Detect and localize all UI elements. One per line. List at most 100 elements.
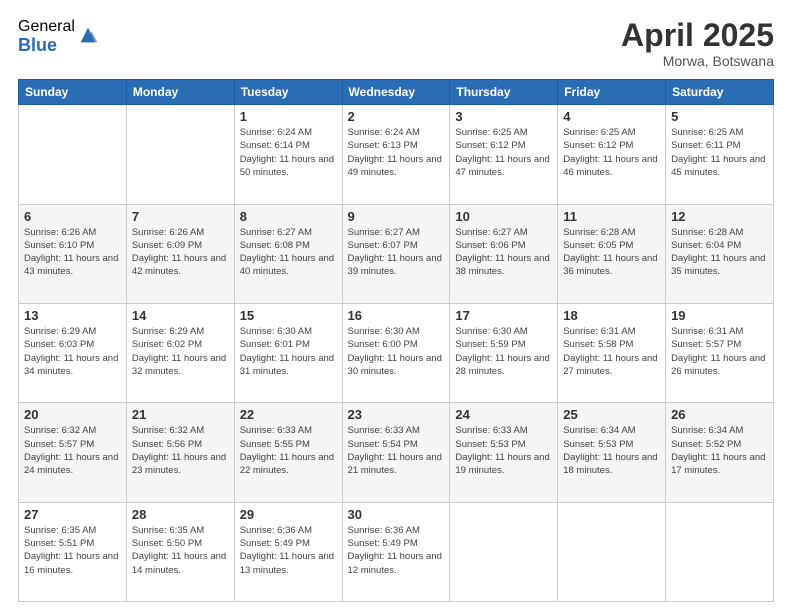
table-row: [126, 105, 234, 204]
table-row: 10Sunrise: 6:27 AM Sunset: 6:06 PM Dayli…: [450, 204, 558, 303]
table-row: 2Sunrise: 6:24 AM Sunset: 6:13 PM Daylig…: [342, 105, 450, 204]
day-number: 26: [671, 407, 768, 422]
table-row: 20 Sunrise: 6:32 AM Sunset: 5:57 PM Dayli…: [19, 403, 127, 502]
day-number: 5: [671, 109, 768, 124]
col-wednesday: Wednesday: [342, 80, 450, 105]
location: Morwa, Botswana: [621, 53, 774, 69]
day-info: Sunrise: 6:33 AM Sunset: 5:54 PM Dayligh…: [348, 424, 445, 477]
day-info: Sunrise: 6:36 AM Sunset: 5:49 PM Dayligh…: [240, 524, 337, 577]
day-number: 17: [455, 308, 552, 323]
day-number: 22: [240, 407, 337, 422]
day-number: 21: [132, 407, 229, 422]
calendar-header-row: Sunday Monday Tuesday Wednesday Thursday…: [19, 80, 774, 105]
day-number: 14: [132, 308, 229, 323]
day-info: Sunrise: 6:32 AM Sunset: 5:56 PM Dayligh…: [132, 424, 229, 477]
day-info: Sunrise: 6:25 AM Sunset: 6:12 PM Dayligh…: [563, 126, 660, 179]
table-row: 24 Sunrise: 6:33 AM Sunset: 5:53 PM Dayli…: [450, 403, 558, 502]
logo-text: General Blue: [18, 18, 75, 55]
day-info: Sunrise: 6:31 AM Sunset: 5:58 PM Dayligh…: [563, 325, 660, 378]
table-row: 3 Sunrise: 6:25 AM Sunset: 6:12 PM Daylig…: [450, 105, 558, 204]
logo-general: General: [18, 18, 75, 36]
table-row: 9 Sunrise: 6:27 AM Sunset: 6:07 PM Daylig…: [342, 204, 450, 303]
table-row: 26 Sunrise: 6:34 AM Sunset: 5:52 PM Dayli…: [666, 403, 774, 502]
day-info: Sunrise: 6:27 AM Sunset: 6:07 PM Dayligh…: [348, 226, 445, 279]
table-row: 13Sunrise: 6:29 AM Sunset: 6:03 PM Dayli…: [19, 303, 127, 402]
day-number: 3: [455, 109, 552, 124]
table-row: [450, 502, 558, 601]
table-row: 15 Sunrise: 6:30 AM Sunset: 6:01 PM Dayli…: [234, 303, 342, 402]
table-row: 14 Sunrise: 6:29 AM Sunset: 6:02 PM Dayli…: [126, 303, 234, 402]
day-number: 12: [671, 209, 768, 224]
day-number: 1: [240, 109, 337, 124]
day-number: 25: [563, 407, 660, 422]
day-info: Sunrise: 6:32 AM Sunset: 5:57 PM Dayligh…: [24, 424, 121, 477]
table-row: [558, 502, 666, 601]
day-info: Sunrise: 6:36 AM Sunset: 5:49 PM Dayligh…: [348, 524, 445, 577]
day-number: 29: [240, 507, 337, 522]
table-row: 19Sunrise: 6:31 AM Sunset: 5:57 PM Dayli…: [666, 303, 774, 402]
table-row: 21 Sunrise: 6:32 AM Sunset: 5:56 PM Dayli…: [126, 403, 234, 502]
col-friday: Friday: [558, 80, 666, 105]
day-info: Sunrise: 6:29 AM Sunset: 6:02 PM Dayligh…: [132, 325, 229, 378]
table-row: 1 Sunrise: 6:24 AM Sunset: 6:14 PM Daylig…: [234, 105, 342, 204]
table-row: 7Sunrise: 6:26 AM Sunset: 6:09 PM Daylig…: [126, 204, 234, 303]
day-info: Sunrise: 6:34 AM Sunset: 5:53 PM Dayligh…: [563, 424, 660, 477]
day-number: 20: [24, 407, 121, 422]
logo: General Blue: [18, 18, 99, 55]
day-info: Sunrise: 6:29 AM Sunset: 6:03 PM Dayligh…: [24, 325, 121, 378]
day-number: 8: [240, 209, 337, 224]
day-number: 15: [240, 308, 337, 323]
day-number: 30: [348, 507, 445, 522]
table-row: 6Sunrise: 6:26 AM Sunset: 6:10 PM Daylig…: [19, 204, 127, 303]
table-row: 5 Sunrise: 6:25 AM Sunset: 6:11 PM Daylig…: [666, 105, 774, 204]
table-row: 11 Sunrise: 6:28 AM Sunset: 6:05 PM Dayli…: [558, 204, 666, 303]
day-info: Sunrise: 6:24 AM Sunset: 6:14 PM Dayligh…: [240, 126, 337, 179]
logo-icon: [77, 24, 99, 46]
header: General Blue April 2025 Morwa, Botswana: [18, 18, 774, 69]
day-number: 16: [348, 308, 445, 323]
day-info: Sunrise: 6:25 AM Sunset: 6:12 PM Dayligh…: [455, 126, 552, 179]
table-row: 30 Sunrise: 6:36 AM Sunset: 5:49 PM Dayli…: [342, 502, 450, 601]
calendar-week-row: 20 Sunrise: 6:32 AM Sunset: 5:57 PM Dayli…: [19, 403, 774, 502]
table-row: 8 Sunrise: 6:27 AM Sunset: 6:08 PM Daylig…: [234, 204, 342, 303]
day-info: Sunrise: 6:30 AM Sunset: 5:59 PM Dayligh…: [455, 325, 552, 378]
day-info: Sunrise: 6:30 AM Sunset: 6:01 PM Dayligh…: [240, 325, 337, 378]
day-number: 24: [455, 407, 552, 422]
day-number: 19: [671, 308, 768, 323]
col-saturday: Saturday: [666, 80, 774, 105]
day-info: Sunrise: 6:33 AM Sunset: 5:53 PM Dayligh…: [455, 424, 552, 477]
col-monday: Monday: [126, 80, 234, 105]
table-row: 28Sunrise: 6:35 AM Sunset: 5:50 PM Dayli…: [126, 502, 234, 601]
day-number: 18: [563, 308, 660, 323]
day-info: Sunrise: 6:28 AM Sunset: 6:05 PM Dayligh…: [563, 226, 660, 279]
month-title: April 2025: [621, 18, 774, 53]
day-info: Sunrise: 6:26 AM Sunset: 6:10 PM Dayligh…: [24, 226, 121, 279]
table-row: [666, 502, 774, 601]
day-info: Sunrise: 6:35 AM Sunset: 5:51 PM Dayligh…: [24, 524, 121, 577]
col-sunday: Sunday: [19, 80, 127, 105]
day-info: Sunrise: 6:26 AM Sunset: 6:09 PM Dayligh…: [132, 226, 229, 279]
title-block: April 2025 Morwa, Botswana: [621, 18, 774, 69]
day-info: Sunrise: 6:34 AM Sunset: 5:52 PM Dayligh…: [671, 424, 768, 477]
table-row: 27 Sunrise: 6:35 AM Sunset: 5:51 PM Dayli…: [19, 502, 127, 601]
day-number: 4: [563, 109, 660, 124]
day-number: 11: [563, 209, 660, 224]
day-info: Sunrise: 6:27 AM Sunset: 6:08 PM Dayligh…: [240, 226, 337, 279]
calendar-table: Sunday Monday Tuesday Wednesday Thursday…: [18, 79, 774, 602]
table-row: 12Sunrise: 6:28 AM Sunset: 6:04 PM Dayli…: [666, 204, 774, 303]
table-row: 18 Sunrise: 6:31 AM Sunset: 5:58 PM Dayli…: [558, 303, 666, 402]
calendar-week-row: 27 Sunrise: 6:35 AM Sunset: 5:51 PM Dayli…: [19, 502, 774, 601]
col-tuesday: Tuesday: [234, 80, 342, 105]
table-row: 16Sunrise: 6:30 AM Sunset: 6:00 PM Dayli…: [342, 303, 450, 402]
day-number: 28: [132, 507, 229, 522]
day-info: Sunrise: 6:33 AM Sunset: 5:55 PM Dayligh…: [240, 424, 337, 477]
day-info: Sunrise: 6:25 AM Sunset: 6:11 PM Dayligh…: [671, 126, 768, 179]
calendar-week-row: 6Sunrise: 6:26 AM Sunset: 6:10 PM Daylig…: [19, 204, 774, 303]
calendar-week-row: 13Sunrise: 6:29 AM Sunset: 6:03 PM Dayli…: [19, 303, 774, 402]
logo-blue: Blue: [18, 36, 75, 56]
day-number: 27: [24, 507, 121, 522]
table-row: 29 Sunrise: 6:36 AM Sunset: 5:49 PM Dayli…: [234, 502, 342, 601]
day-info: Sunrise: 6:27 AM Sunset: 6:06 PM Dayligh…: [455, 226, 552, 279]
table-row: 22 Sunrise: 6:33 AM Sunset: 5:55 PM Dayli…: [234, 403, 342, 502]
day-number: 9: [348, 209, 445, 224]
